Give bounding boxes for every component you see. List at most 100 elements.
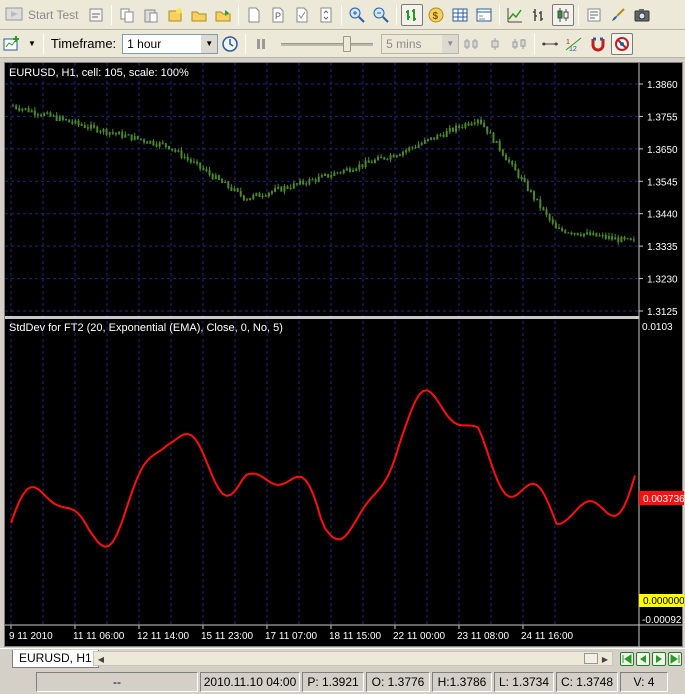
no-sign-icon[interactable] bbox=[611, 32, 634, 55]
magnet-icon[interactable] bbox=[587, 33, 609, 55]
spin-icon[interactable] bbox=[315, 4, 337, 26]
fibonacci-icon[interactable]: 1 12 bbox=[563, 33, 585, 55]
separator bbox=[42, 33, 44, 54]
chart-tabs-bar: EURUSD, H1 ◀ ▶ bbox=[0, 648, 685, 668]
svg-text:$: $ bbox=[433, 11, 439, 22]
status-close: C: 1.3748 bbox=[556, 672, 618, 692]
zoom-out-icon[interactable] bbox=[370, 4, 392, 26]
time-tick-label: 11 11 06:00 bbox=[73, 631, 125, 642]
price-tick-label: 1.3230 bbox=[647, 275, 678, 286]
step-forward-icon[interactable] bbox=[508, 33, 530, 55]
timeframe-value: 1 hour bbox=[127, 36, 162, 51]
status-low: L: 1.3734 bbox=[494, 672, 554, 692]
settings-icon[interactable] bbox=[85, 4, 107, 26]
status-high: H:1.3786 bbox=[432, 672, 492, 692]
scroll-left-icon[interactable]: ◀ bbox=[95, 653, 107, 665]
grid-icon[interactable] bbox=[449, 4, 471, 26]
separator bbox=[499, 4, 501, 25]
chart-canvas[interactable]: 1.3860 1.3755 1.3650 1.3545 1.3440 1.3335 1.32… bbox=[5, 63, 684, 648]
speed-select[interactable]: 5 mins ▼ bbox=[381, 33, 460, 54]
price-series bbox=[12, 103, 635, 245]
separator bbox=[238, 4, 240, 25]
separator bbox=[578, 4, 580, 25]
timeframe-settings-icon[interactable] bbox=[219, 33, 241, 55]
line-chart-icon[interactable] bbox=[504, 4, 526, 26]
zoom-in-icon[interactable] bbox=[346, 4, 368, 26]
time-tick-label: 24 11 16:00 bbox=[521, 631, 574, 642]
time-tick-label: 22 11 00:00 bbox=[393, 631, 446, 642]
pause-document-icon[interactable]: P bbox=[267, 4, 289, 26]
price-tick-label: 1.3335 bbox=[647, 242, 678, 253]
add-chart-dropdown-icon[interactable]: ▼ bbox=[28, 39, 36, 48]
current-value-badge: 0.003736 bbox=[639, 491, 684, 505]
chevron-down-icon: ▼ bbox=[201, 34, 218, 53]
copy-icon[interactable] bbox=[116, 4, 138, 26]
check-document-icon[interactable] bbox=[291, 4, 313, 26]
add-chart-icon[interactable] bbox=[1, 33, 23, 55]
save-project-icon[interactable] bbox=[212, 4, 234, 26]
chart-window[interactable]: 1.3860 1.3755 1.3650 1.3545 1.3440 1.3335 1.32… bbox=[4, 62, 684, 648]
timeframe-toolbar: ▼ Timeframe: 1 hour ▼ 5 mins ▼ 1 12 bbox=[0, 30, 685, 58]
time-axis: 9 11 2010 11 11 06:00 12 11 14:00 15 11 23:… bbox=[9, 625, 574, 642]
main-toolbar: Start Test P $ bbox=[0, 0, 685, 30]
speed-slider[interactable] bbox=[281, 34, 374, 54]
tab-eurusd-h1[interactable]: EURUSD, H1 bbox=[12, 649, 99, 668]
price-axis: 1.3860 1.3755 1.3650 1.3545 1.3440 1.3335 1.32… bbox=[639, 80, 678, 318]
new-project-icon[interactable] bbox=[164, 4, 186, 26]
properties-icon[interactable] bbox=[583, 4, 605, 26]
status-empty: -- bbox=[36, 672, 198, 692]
current-value-label: 0.003736 bbox=[643, 494, 684, 505]
horizontal-line-icon[interactable] bbox=[539, 33, 561, 55]
price-tick-label: 1.3755 bbox=[647, 112, 678, 123]
separator bbox=[396, 4, 398, 25]
separator bbox=[534, 33, 536, 54]
data-window-icon[interactable] bbox=[473, 4, 495, 26]
brush-icon[interactable] bbox=[607, 4, 629, 26]
candle-chart-icon[interactable] bbox=[552, 3, 575, 26]
paste-icon[interactable] bbox=[140, 4, 162, 26]
status-volume: V: 4 bbox=[620, 672, 668, 692]
svg-text:1: 1 bbox=[566, 39, 570, 46]
horizontal-scrollbar[interactable]: ◀ ▶ bbox=[93, 651, 613, 666]
status-price: P: 1.3921 bbox=[302, 672, 364, 692]
indicator-min-label: -0.00092 bbox=[642, 615, 682, 626]
dollar-icon[interactable]: $ bbox=[425, 4, 447, 26]
chart-mode-icon[interactable] bbox=[401, 3, 424, 26]
separator bbox=[111, 4, 113, 25]
speed-value: 5 mins bbox=[386, 36, 422, 51]
timeframe-select[interactable]: 1 hour ▼ bbox=[122, 33, 219, 54]
stddev-line bbox=[10, 389, 636, 548]
time-tick-label: 9 11 2010 bbox=[9, 631, 53, 642]
price-tick-label: 1.3860 bbox=[647, 80, 678, 91]
prev-bar-icon[interactable] bbox=[636, 652, 650, 666]
status-bar: -- 2010.11.10 04:00 P: 1.3921 O: 1.3776 … bbox=[0, 670, 685, 694]
level-badge: 0.000000 bbox=[639, 594, 684, 607]
step-back-icon[interactable] bbox=[460, 33, 482, 55]
chart-grid bbox=[5, 63, 639, 625]
svg-text:P: P bbox=[275, 11, 281, 21]
chevron-down-icon: ▼ bbox=[442, 34, 459, 53]
pause-icon[interactable] bbox=[250, 33, 272, 55]
bar-chart-icon[interactable] bbox=[528, 4, 550, 26]
start-test-label: Start Test bbox=[28, 7, 79, 22]
start-test-icon bbox=[5, 7, 23, 20]
panel-divider[interactable] bbox=[5, 316, 639, 319]
new-document-icon[interactable] bbox=[243, 4, 265, 26]
step-icon[interactable] bbox=[484, 33, 506, 55]
price-tick-label: 1.3650 bbox=[647, 145, 678, 156]
open-project-icon[interactable] bbox=[188, 4, 210, 26]
last-bar-icon[interactable] bbox=[668, 652, 682, 666]
time-tick-label: 18 11 15:00 bbox=[329, 631, 382, 642]
next-bar-icon[interactable] bbox=[652, 652, 666, 666]
indicator-panel-title: StdDev for FT2 (20, Exponential (EMA), C… bbox=[9, 322, 283, 334]
price-tick-label: 1.3440 bbox=[647, 210, 678, 221]
price-tick-label: 1.3125 bbox=[647, 307, 678, 318]
start-test-button[interactable]: Start Test bbox=[0, 4, 78, 26]
screenshot-icon[interactable] bbox=[631, 4, 653, 26]
price-panel-title: EURUSD, H1, cell: 105, scale: 100% bbox=[9, 67, 189, 79]
separator bbox=[341, 4, 343, 25]
speed-slider-thumb[interactable] bbox=[343, 35, 352, 52]
scroll-right-icon[interactable]: ▶ bbox=[599, 653, 611, 665]
scrollbar-thumb[interactable] bbox=[584, 653, 598, 664]
first-bar-icon[interactable] bbox=[620, 652, 634, 666]
